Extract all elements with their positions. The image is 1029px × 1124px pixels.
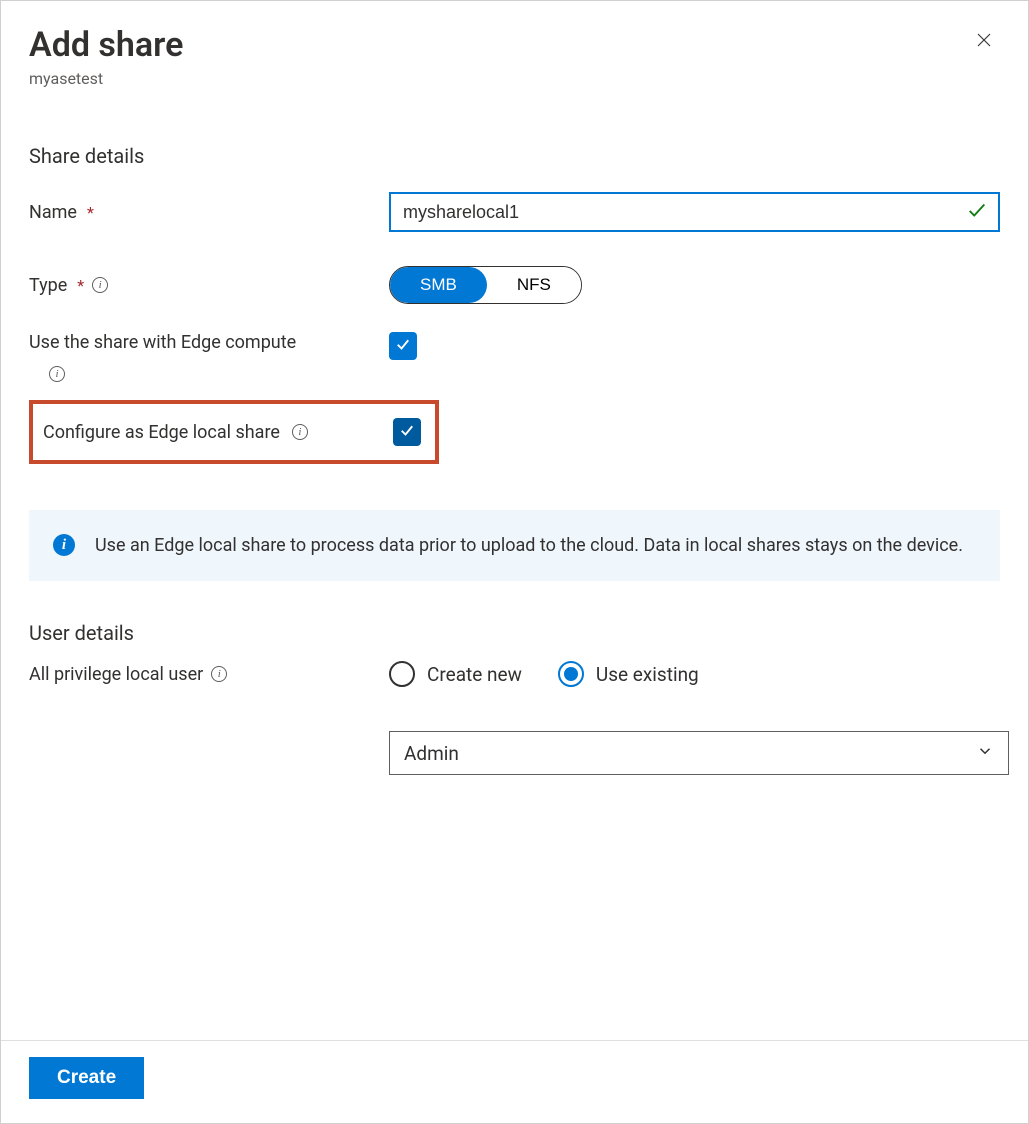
name-input[interactable] [389, 192, 1000, 232]
type-toggle-group: SMB NFS [389, 266, 582, 304]
info-banner-icon: i [53, 534, 75, 556]
close-button[interactable] [968, 25, 1000, 57]
user-select-value: Admin [404, 742, 459, 765]
edge-local-label: Configure as Edge local share [43, 422, 280, 443]
edge-local-highlight: Configure as Edge local share i [29, 400, 439, 464]
name-label: Name [29, 202, 77, 223]
radio-create-label: Create new [427, 663, 522, 686]
edge-compute-checkbox[interactable] [389, 332, 417, 360]
edge-compute-label: Use the share with Edge compute [29, 332, 296, 353]
page-subtitle: myasetest [29, 69, 183, 88]
info-icon[interactable]: i [92, 277, 108, 293]
type-option-smb[interactable]: SMB [390, 267, 487, 303]
privilege-user-label: All privilege local user [29, 664, 203, 685]
info-banner-text: Use an Edge local share to process data … [95, 532, 963, 559]
type-label: Type [29, 275, 67, 296]
share-details-heading: Share details [29, 144, 1000, 168]
radio-icon [558, 661, 584, 687]
info-icon[interactable]: i [292, 424, 308, 440]
radio-icon [389, 661, 415, 687]
info-banner: i Use an Edge local share to process dat… [29, 510, 1000, 581]
page-title: Add share [29, 25, 183, 65]
info-icon[interactable]: i [49, 366, 65, 382]
required-asterisk: * [87, 203, 94, 222]
radio-create-new[interactable]: Create new [389, 661, 522, 687]
info-icon[interactable]: i [211, 666, 227, 682]
radio-use-existing[interactable]: Use existing [558, 661, 699, 687]
check-icon [394, 335, 412, 357]
type-option-nfs[interactable]: NFS [487, 267, 581, 303]
radio-existing-label: Use existing [596, 663, 699, 686]
required-asterisk: * [77, 276, 84, 295]
user-details-heading: User details [29, 621, 1000, 645]
user-select[interactable]: Admin [389, 731, 1009, 775]
close-icon [975, 31, 993, 52]
chevron-down-icon [976, 742, 994, 765]
valid-check-icon [966, 199, 988, 225]
create-button[interactable]: Create [29, 1057, 144, 1099]
check-icon [398, 421, 416, 443]
edge-local-checkbox[interactable] [393, 418, 421, 446]
